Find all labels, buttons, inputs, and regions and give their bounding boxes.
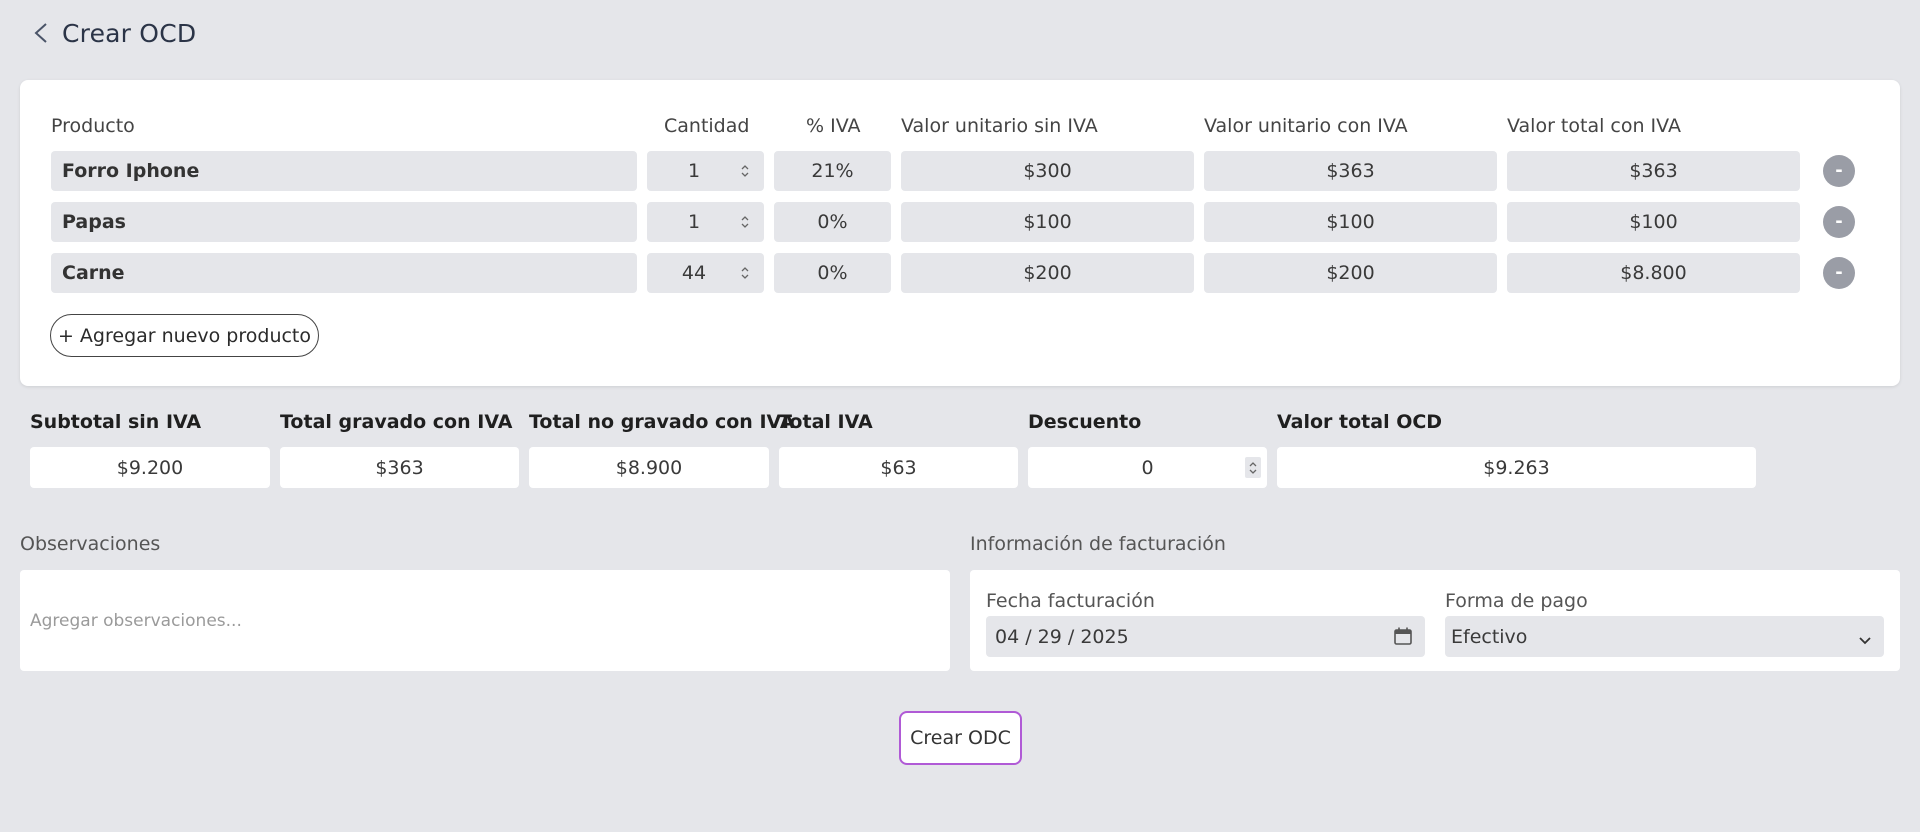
gravado-label: Total gravado con IVA: [280, 411, 513, 433]
subtotal-label: Subtotal sin IVA: [30, 411, 202, 433]
stepper-arrows-icon[interactable]: [740, 213, 750, 235]
column-header-product: Producto: [51, 115, 135, 137]
stepper-arrows-icon[interactable]: [1245, 457, 1261, 478]
quantity-value: 1: [687, 211, 701, 233]
product-name-cell[interactable]: Forro Iphone: [51, 151, 637, 191]
payment-method-select[interactable]: Efectivo: [1445, 616, 1884, 657]
column-header-unit-no-iva: Valor unitario sin IVA: [901, 115, 1098, 137]
quantity-stepper[interactable]: 1: [647, 151, 764, 191]
unit-no-iva-cell: $100: [901, 202, 1194, 242]
chevron-down-icon: [1858, 630, 1872, 652]
page-title: Crear OCD: [62, 18, 197, 48]
unit-iva-cell: $100: [1204, 202, 1497, 242]
unit-iva-cell: $363: [1204, 151, 1497, 191]
remove-row-button[interactable]: -: [1823, 257, 1855, 289]
observations-label: Observaciones: [20, 533, 161, 555]
observations-textarea[interactable]: Agregar observaciones...: [20, 570, 950, 671]
total-iva-label: Total IVA: [779, 411, 873, 433]
products-card: Producto Cantidad % IVA Valor unitario s…: [20, 80, 1900, 386]
page: Crear OCD Producto Cantidad % IVA Valor …: [0, 0, 1920, 832]
add-product-button[interactable]: + Agregar nuevo producto: [50, 314, 319, 357]
discount-value: 0: [1141, 456, 1154, 479]
billing-date-label: Fecha facturación: [986, 590, 1155, 612]
iva-cell: 0%: [774, 253, 891, 293]
discount-label: Descuento: [1028, 411, 1142, 433]
billing-panel: Fecha facturación 04 / 29 / 2025 Forma d…: [970, 570, 1900, 671]
payment-method-value: Efectivo: [1451, 625, 1528, 648]
total-iva-cell: $8.800: [1507, 253, 1800, 293]
page-header: Crear OCD: [30, 18, 196, 48]
calendar-icon[interactable]: [1393, 626, 1413, 651]
quantity-value: 1: [687, 160, 701, 182]
column-header-unit-iva: Valor unitario con IVA: [1204, 115, 1408, 137]
payment-method-label: Forma de pago: [1445, 590, 1588, 612]
product-name-cell[interactable]: Papas: [51, 202, 637, 242]
total-iva-cell: $363: [1507, 151, 1800, 191]
billing-date-value: 04 / 29 / 2025: [995, 625, 1129, 648]
gravado-value: $363: [280, 447, 519, 488]
remove-row-button[interactable]: -: [1823, 206, 1855, 238]
stepper-arrows-icon[interactable]: [740, 264, 750, 286]
no-gravado-value: $8.900: [529, 447, 769, 488]
iva-cell: 0%: [774, 202, 891, 242]
iva-cell: 21%: [774, 151, 891, 191]
no-gravado-label: Total no gravado con IVA: [529, 411, 795, 433]
billing-date-input[interactable]: 04 / 29 / 2025: [986, 616, 1425, 657]
quantity-value: 44: [681, 262, 707, 284]
column-header-iva: % IVA: [806, 115, 861, 137]
create-odc-button[interactable]: Crear ODC: [899, 711, 1022, 765]
subtotal-value: $9.200: [30, 447, 270, 488]
unit-iva-cell: $200: [1204, 253, 1497, 293]
column-header-total-iva: Valor total con IVA: [1507, 115, 1681, 137]
billing-label: Información de facturación: [970, 533, 1226, 555]
stepper-arrows-icon[interactable]: [740, 162, 750, 184]
quantity-stepper[interactable]: 44: [647, 253, 764, 293]
unit-no-iva-cell: $300: [901, 151, 1194, 191]
total-iva-value: $63: [779, 447, 1018, 488]
back-chevron-icon[interactable]: [30, 18, 52, 48]
total-ocd-value: $9.263: [1277, 447, 1756, 488]
unit-no-iva-cell: $200: [901, 253, 1194, 293]
quantity-stepper[interactable]: 1: [647, 202, 764, 242]
observations-placeholder: Agregar observaciones...: [30, 610, 242, 631]
column-header-quantity: Cantidad: [664, 115, 750, 137]
total-iva-cell: $100: [1507, 202, 1800, 242]
discount-input[interactable]: 0: [1028, 447, 1267, 488]
total-ocd-label: Valor total OCD: [1277, 411, 1443, 433]
product-name-cell[interactable]: Carne: [51, 253, 637, 293]
remove-row-button[interactable]: -: [1823, 155, 1855, 187]
